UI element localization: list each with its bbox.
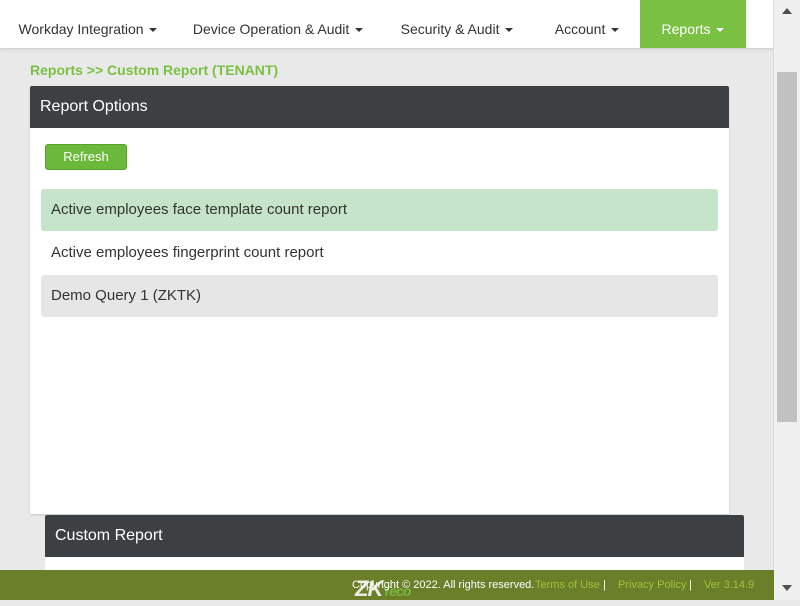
footer-separator: | <box>689 579 692 591</box>
report-item[interactable]: Active employees face template count rep… <box>41 189 718 231</box>
custom-report-panel: Custom Report <box>45 515 744 575</box>
nav-workday-integration[interactable]: Workday Integration <box>10 0 166 48</box>
version-text: Ver 3.14.9 <box>704 579 755 591</box>
caret-down-icon <box>505 28 514 33</box>
nav-label: Workday Integration <box>18 21 144 37</box>
panel-title: Custom Report <box>45 515 744 557</box>
report-options-panel: Report Options Refresh Active employees … <box>30 86 729 514</box>
footer-separator: | <box>603 579 606 591</box>
report-item[interactable]: Demo Query 1 (ZKTK) <box>41 275 718 317</box>
privacy-policy-link[interactable]: Privacy Policy <box>618 570 686 600</box>
caret-down-icon <box>716 28 725 33</box>
vertical-scrollbar[interactable] <box>773 0 800 600</box>
nav-label: Device Operation & Audit <box>192 21 350 37</box>
nav-label: Account <box>554 21 606 37</box>
scroll-up-arrow-icon[interactable] <box>782 8 792 14</box>
footer: ZKTeco Copyright © 2022. All rights rese… <box>0 570 774 601</box>
refresh-button[interactable]: Refresh <box>45 144 127 170</box>
nav-reports[interactable]: Reports <box>640 0 746 48</box>
breadcrumb: Reports >> Custom Report (TENANT) <box>30 62 279 78</box>
nav-device-operation-audit[interactable]: Device Operation & Audit <box>186 0 370 48</box>
terms-of-use-link[interactable]: Terms of Use <box>535 570 600 600</box>
copyright-text: Copyright © 2022. All rights reserved. <box>352 579 535 591</box>
caret-down-icon <box>149 28 158 33</box>
nav-label: Security & Audit <box>400 21 500 37</box>
nav-security-audit[interactable]: Security & Audit <box>392 0 522 48</box>
scroll-down-arrow-icon[interactable] <box>782 585 792 591</box>
report-item[interactable]: Active employees fingerprint count repor… <box>41 232 718 274</box>
scroll-thumb[interactable] <box>777 72 797 422</box>
caret-down-icon <box>355 28 364 33</box>
nav-account[interactable]: Account <box>545 0 629 48</box>
panel-title: Report Options <box>30 86 729 128</box>
caret-down-icon <box>611 28 620 33</box>
top-navbar: Workday Integration Device Operation & A… <box>0 0 774 49</box>
nav-label: Reports <box>661 21 711 37</box>
report-list: Active employees face template count rep… <box>41 189 718 318</box>
